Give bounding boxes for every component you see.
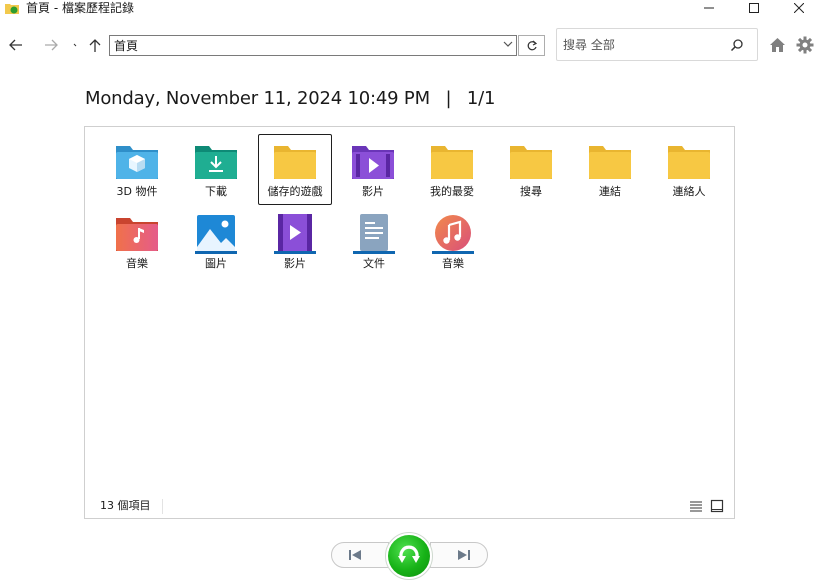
- documents-library-icon: [353, 214, 395, 254]
- list-item[interactable]: 我的最愛: [416, 135, 488, 207]
- maximize-button[interactable]: [731, 0, 777, 16]
- item-label: 連絡人: [672, 185, 706, 198]
- list-item[interactable]: 音樂: [101, 207, 173, 279]
- page-indicator: 1/1: [466, 88, 496, 109]
- item-label: 音樂: [126, 257, 148, 270]
- list-item[interactable]: 圖片: [180, 207, 252, 279]
- videos-folder-icon: [352, 146, 394, 179]
- skip-next-icon: [458, 550, 470, 560]
- item-label: 影片: [284, 257, 306, 270]
- close-icon: [794, 3, 804, 13]
- home-icon[interactable]: [769, 37, 786, 53]
- gear-icon[interactable]: [796, 36, 814, 54]
- arrow-right-icon: [45, 39, 58, 51]
- file-list-panel: 3D 物件 下載 儲存的遊戲 影片 我的最愛 搜尋 連結 連絡人 音樂 圖片 影…: [84, 126, 735, 519]
- previous-version-button[interactable]: [331, 542, 389, 568]
- large-icons-view-icon[interactable]: [710, 499, 724, 513]
- restore-button-face: [388, 535, 430, 577]
- backup-timestamp: Monday, November 11, 2024 10:49 PM: [85, 88, 430, 109]
- music-library-icon: [432, 215, 474, 254]
- recent-locations-button[interactable]: [72, 37, 80, 53]
- music-folder-icon: [116, 218, 158, 251]
- 3d-objects-folder-icon: [116, 146, 158, 179]
- address-text: 首頁: [114, 39, 139, 53]
- item-label: 搜尋: [520, 185, 542, 198]
- item-label: 我的最愛: [430, 185, 474, 198]
- arrow-up-icon: [89, 38, 101, 52]
- folder-icon: [668, 146, 710, 179]
- list-item[interactable]: 文件: [338, 207, 410, 279]
- close-button[interactable]: [776, 0, 819, 16]
- list-item[interactable]: 音樂: [417, 207, 489, 279]
- back-button[interactable]: [8, 37, 24, 53]
- pictures-library-icon: [195, 215, 237, 254]
- file-history-app-icon: [5, 4, 19, 14]
- folder-icon: [510, 146, 552, 179]
- chevron-down-icon[interactable]: [503, 40, 513, 48]
- refresh-button[interactable]: [518, 35, 545, 56]
- backup-date-header: Monday, November 11, 2024 10:49 PM | 1/1: [85, 87, 495, 111]
- folder-icon: [274, 146, 316, 179]
- forward-button[interactable]: [43, 37, 59, 53]
- item-label: 下載: [205, 185, 227, 198]
- minimize-icon: [704, 7, 714, 9]
- item-label: 影片: [362, 185, 384, 198]
- maximize-icon: [749, 3, 759, 13]
- item-label: 音樂: [442, 257, 464, 270]
- videos-library-icon: [274, 214, 316, 254]
- address-bar[interactable]: 首頁: [109, 35, 517, 56]
- list-item[interactable]: 影片: [337, 135, 409, 207]
- header-separator: |: [445, 88, 452, 109]
- list-item-selected[interactable]: 儲存的遊戲: [258, 134, 332, 205]
- details-view-icon[interactable]: [689, 499, 703, 513]
- item-label: 3D 物件: [116, 185, 158, 198]
- list-item[interactable]: 連結: [574, 135, 646, 207]
- search-placeholder: 搜尋 全部: [563, 38, 615, 52]
- downloads-folder-icon: [195, 146, 237, 179]
- up-button[interactable]: [87, 37, 103, 53]
- next-version-button[interactable]: [430, 542, 488, 568]
- navigation-bar: 首頁 搜尋 全部: [0, 28, 819, 62]
- list-item[interactable]: 搜尋: [495, 135, 567, 207]
- refresh-icon: [527, 40, 537, 50]
- minimize-button[interactable]: [686, 0, 732, 16]
- item-label: 文件: [363, 257, 385, 270]
- restore-button[interactable]: [385, 532, 433, 580]
- item-label: 儲存的遊戲: [267, 185, 323, 198]
- restore-icon: [398, 545, 420, 563]
- history-navigation: [331, 531, 488, 580]
- window-title: 首頁 - 檔案歷程記錄: [26, 1, 134, 15]
- item-label: 圖片: [205, 257, 227, 270]
- arrow-left-icon: [9, 39, 22, 51]
- search-box[interactable]: 搜尋 全部: [556, 28, 758, 61]
- list-item[interactable]: 3D 物件: [101, 135, 173, 207]
- status-divider: [162, 499, 163, 514]
- folder-icon: [431, 146, 473, 179]
- item-label: 連結: [599, 185, 621, 198]
- list-item[interactable]: 連絡人: [653, 135, 725, 207]
- search-icon[interactable]: [730, 38, 744, 52]
- skip-previous-icon: [349, 550, 361, 560]
- title-bar: 首頁 - 檔案歷程記錄: [0, 0, 819, 18]
- chevron-down-icon: [73, 43, 77, 47]
- list-item[interactable]: 下載: [180, 135, 252, 207]
- item-count: 13 個項目: [100, 499, 151, 512]
- folder-icon: [589, 146, 631, 179]
- list-item[interactable]: 影片: [259, 207, 331, 279]
